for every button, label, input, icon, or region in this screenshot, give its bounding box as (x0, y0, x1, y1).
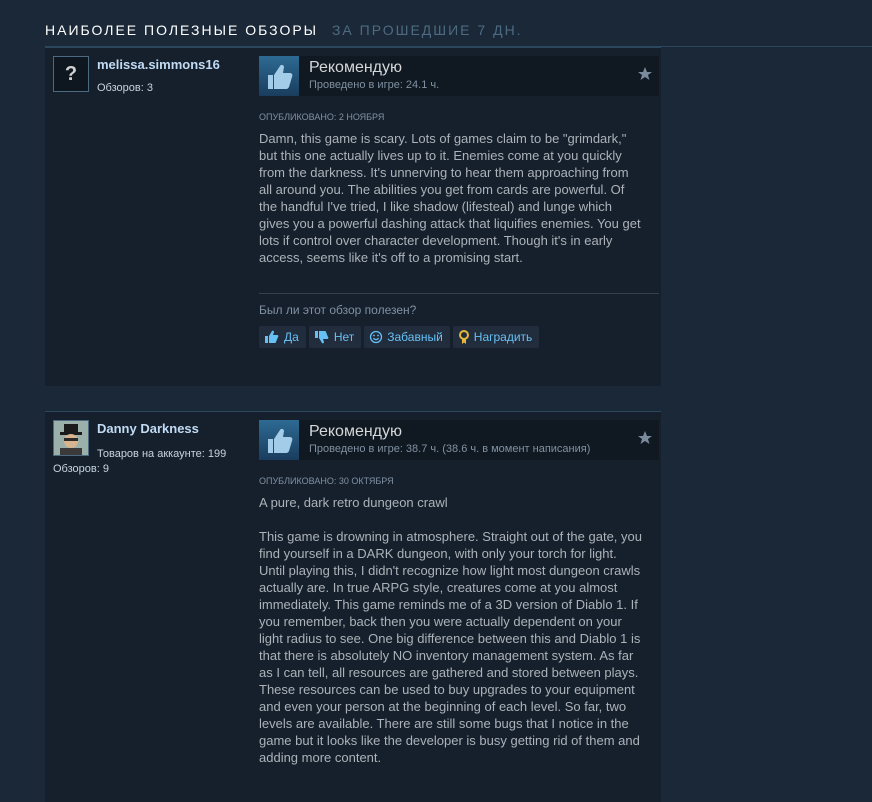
award-icon (458, 329, 469, 344)
avatar[interactable]: ? (53, 56, 89, 92)
hours-played: Проведено в игре: 24.1 ч. (309, 79, 440, 91)
vote-yes-label: Да (284, 330, 299, 344)
award-label: Наградить (473, 330, 533, 344)
rating-buttons: Да Нет Забавный Наградить (259, 326, 540, 348)
author-review-count: Обзоров: 3 (97, 82, 153, 94)
section-subtitle: ЗА ПРОШЕДШИЕ 7 ДН. (331, 22, 523, 38)
vote-funny-button[interactable]: Забавный (364, 326, 450, 348)
posted-date: ОПУБЛИКОВАНО: 2 НОЯБРЯ (259, 112, 385, 122)
vote-no-label: Нет (333, 330, 355, 344)
review-paragraph: A pure, dark retro dungeon crawl (259, 495, 448, 510)
author-name[interactable]: melissa.simmons16 (97, 57, 220, 72)
review-card: ? melissa.simmons16 Обзоров: 3 Рекоменду… (45, 47, 661, 386)
thumbs-up-icon (259, 56, 299, 96)
author-games-count: Товаров на аккаунте: 199 (97, 448, 227, 460)
reviews-section-header: НАИБОЛЕЕ ПОЛЕЗНЫЕ ОБЗОРЫ ЗА ПРОШЕДШИЕ 7 … (45, 22, 872, 47)
review-card: Danny Darkness Товаров на аккаунте: 199 … (45, 411, 661, 802)
review-text: Damn, this game is scary. Lots of games … (259, 130, 645, 283)
thumbs-down-icon (314, 331, 329, 344)
vote-yes-button[interactable]: Да (259, 326, 306, 348)
avatar-placeholder-icon: ? (64, 62, 78, 85)
helpful-question: Был ли этот обзор полезен? (259, 303, 417, 317)
posted-date: ОПУБЛИКОВАНО: 30 ОКТЯБРЯ (259, 476, 394, 486)
author-name[interactable]: Danny Darkness (97, 421, 199, 436)
star-icon[interactable] (637, 430, 653, 446)
hours-played: Проведено в игре: 38.7 ч. (38.6 ч. в мом… (309, 443, 591, 455)
recommendation-title: Рекомендую (309, 423, 403, 440)
review-text: A pure, dark retro dungeon crawl This ga… (259, 494, 645, 783)
thumbs-up-icon (265, 330, 279, 343)
avatar[interactable] (53, 420, 89, 456)
award-button[interactable]: Наградить (452, 326, 540, 348)
avatar-image (54, 421, 88, 455)
divider (259, 293, 659, 294)
vote-header[interactable]: Рекомендую Проведено в игре: 24.1 ч. (259, 56, 659, 96)
smiley-icon (370, 330, 383, 344)
author-review-count: Обзоров: 9 (53, 463, 109, 475)
vote-funny-label: Забавный (387, 330, 443, 344)
vote-no-button[interactable]: Нет (308, 326, 362, 348)
vote-header[interactable]: Рекомендую Проведено в игре: 38.7 ч. (38… (259, 420, 659, 460)
section-title: НАИБОЛЕЕ ПОЛЕЗНЫЕ ОБЗОРЫ (45, 22, 319, 38)
thumbs-up-icon (259, 420, 299, 460)
review-paragraph: This game is drowning in atmosphere. Str… (259, 529, 642, 765)
review-paragraph: Damn, this game is scary. Lots of games … (259, 131, 641, 265)
star-icon[interactable] (637, 66, 653, 82)
recommendation-title: Рекомендую (309, 59, 403, 76)
